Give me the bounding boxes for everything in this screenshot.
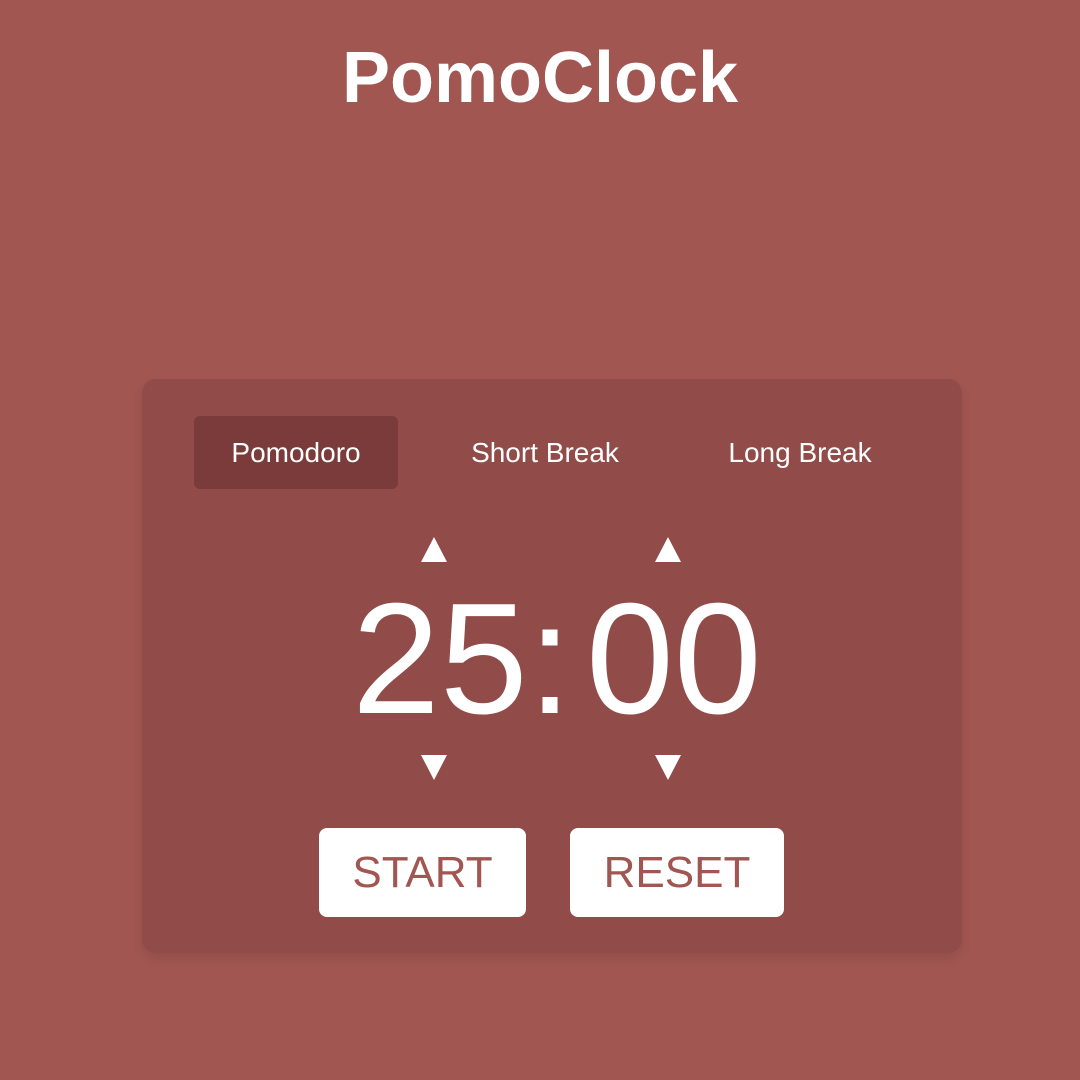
tab-long-break[interactable]: Long Break [697, 416, 903, 489]
tab-short-break[interactable]: Short Break [442, 416, 648, 489]
timer-seconds: 00 [586, 571, 762, 747]
app-title: PomoClock [341, 38, 739, 118]
timer-minutes: 25 [352, 571, 528, 747]
reset-button[interactable]: RESET [570, 828, 784, 917]
minutes-increment-triangle-up-icon[interactable] [421, 537, 447, 562]
minutes-decrement-triangle-down-icon[interactable] [421, 755, 447, 780]
seconds-decrement-triangle-down-icon[interactable] [655, 755, 681, 780]
tab-pomodoro[interactable]: Pomodoro [194, 416, 398, 489]
timer-card: Pomodoro Short Break Long Break 25 : 00 … [142, 379, 962, 953]
start-button[interactable]: START [319, 828, 526, 917]
timer-separator: : [528, 571, 572, 747]
seconds-increment-triangle-up-icon[interactable] [655, 537, 681, 562]
